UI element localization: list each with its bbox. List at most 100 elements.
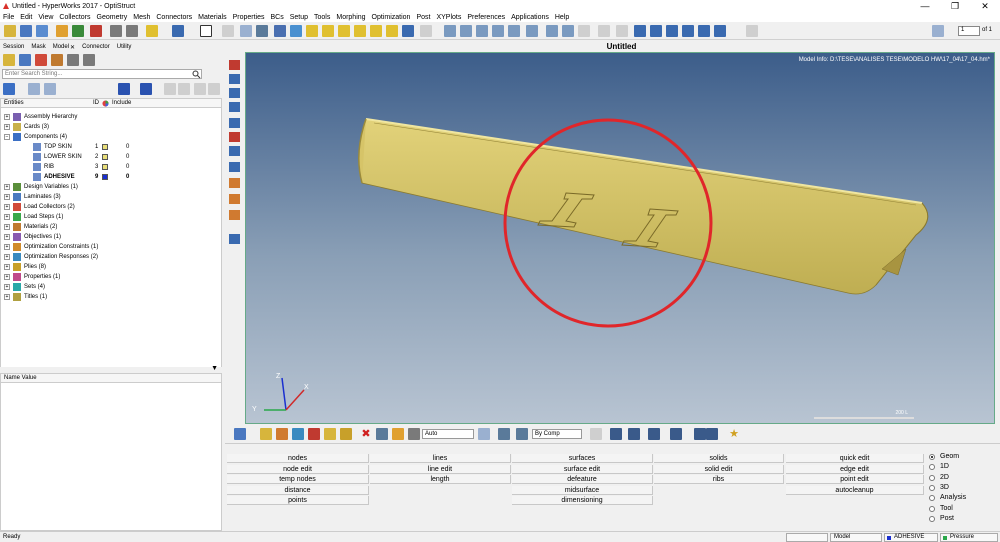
comp-color-icon[interactable]: [229, 60, 240, 70]
panel-button-distance[interactable]: distance: [227, 485, 369, 495]
tab-model[interactable]: Model: [53, 44, 69, 50]
shrink-icon[interactable]: [648, 428, 660, 440]
close-icon[interactable]: ✕: [70, 44, 75, 51]
component-row[interactable]: ADHESIVE 9 0: [1, 172, 221, 182]
mat-display-icon[interactable]: [292, 428, 304, 440]
reverse-icon[interactable]: [194, 83, 206, 95]
delete-x-icon[interactable]: ✖: [360, 428, 372, 440]
tab-connector[interactable]: Connector: [82, 44, 110, 50]
vtool-8-icon[interactable]: [229, 162, 240, 172]
section-icon[interactable]: [578, 25, 590, 37]
expand-icon[interactable]: +: [4, 284, 10, 290]
unmask-icon[interactable]: [562, 25, 574, 37]
color-swatch[interactable]: [102, 154, 108, 160]
view-front-icon[interactable]: [354, 25, 366, 37]
radio-1d[interactable]: 1D: [929, 462, 949, 472]
radio-button[interactable]: [929, 474, 935, 481]
radio-button[interactable]: [929, 454, 935, 460]
geometry-style-icon[interactable]: [478, 428, 490, 440]
entities-column-header[interactable]: Entities: [4, 100, 24, 106]
spin-icon[interactable]: [492, 25, 504, 37]
menu-morphing[interactable]: Morphing: [336, 14, 365, 21]
view-top-icon[interactable]: [322, 25, 334, 37]
color-swatch[interactable]: [102, 164, 108, 170]
menu-post[interactable]: Post: [416, 14, 430, 21]
expand-icon[interactable]: +: [4, 224, 10, 230]
mask-icon[interactable]: [546, 25, 558, 37]
menu-file[interactable]: File: [3, 14, 14, 21]
menu-edit[interactable]: Edit: [20, 14, 32, 21]
menu-geometry[interactable]: Geometry: [97, 14, 128, 21]
feature-icon[interactable]: [610, 428, 622, 440]
rectangle-icon[interactable]: [200, 25, 212, 37]
renumber-icon[interactable]: [682, 25, 694, 37]
script-icon[interactable]: [746, 25, 758, 37]
panel-button-ribs[interactable]: ribs: [654, 475, 784, 484]
splitter-arrow-icon[interactable]: ▼: [211, 365, 218, 372]
wing-model[interactable]: Z X Y: [246, 53, 996, 425]
elem-display-icon[interactable]: [324, 428, 336, 440]
radio-post[interactable]: Post: [929, 514, 954, 524]
browser-view-icon[interactable]: [3, 54, 15, 66]
expand-icon[interactable]: +: [4, 114, 10, 120]
vtool-11-icon[interactable]: [229, 210, 240, 220]
panel-button-surface-edit[interactable]: surface edit: [512, 464, 653, 474]
menu-help[interactable]: Help: [555, 14, 569, 21]
panel-button-length[interactable]: length: [370, 475, 511, 484]
maximize-button[interactable]: ❐: [940, 0, 970, 12]
vtool-5-icon[interactable]: [229, 118, 240, 128]
tab-session[interactable]: Session: [3, 44, 24, 50]
organize-icon[interactable]: [666, 25, 678, 37]
zoom-out-icon[interactable]: [460, 25, 472, 37]
view-left-icon[interactable]: [386, 25, 398, 37]
panel-button-lines[interactable]: lines: [370, 454, 511, 463]
cursor-icon[interactable]: [164, 83, 176, 95]
radio-button[interactable]: [929, 464, 935, 471]
id-column-header[interactable]: ID: [93, 100, 99, 106]
translate-icon[interactable]: [508, 25, 520, 37]
radio-geom[interactable]: Geom: [929, 452, 959, 462]
view-iso-icon[interactable]: [306, 25, 318, 37]
edges-icon[interactable]: [628, 428, 640, 440]
vtool-3-icon[interactable]: [229, 88, 240, 98]
panel-button-surfaces[interactable]: surfaces: [512, 454, 653, 463]
browser-assembly-icon[interactable]: [51, 54, 63, 66]
browser-include-icon[interactable]: [67, 54, 79, 66]
panel-button-line-edit[interactable]: line edit: [370, 464, 511, 474]
measure-icon[interactable]: [714, 25, 726, 37]
vtool-2-icon[interactable]: [229, 74, 240, 84]
run-solver-icon[interactable]: [90, 25, 102, 37]
star-icon[interactable]: ★: [728, 428, 740, 440]
transparency-toggle-icon[interactable]: [670, 428, 682, 440]
expand-all-icon[interactable]: [28, 83, 40, 95]
expand-icon[interactable]: +: [4, 274, 10, 280]
menu-connectors[interactable]: Connectors: [156, 14, 192, 21]
menu-properties[interactable]: Properties: [233, 14, 265, 21]
expand-icon[interactable]: +: [4, 214, 10, 220]
delete-icon[interactable]: [146, 25, 158, 37]
radio-3d[interactable]: 3D: [929, 483, 949, 493]
rotate-icon[interactable]: [476, 25, 488, 37]
menu-tools[interactable]: Tools: [314, 14, 330, 21]
tree-folder[interactable]: + Laminates (3): [1, 192, 221, 202]
vtool-7-icon[interactable]: [229, 146, 240, 156]
zoom-in-icon[interactable]: [444, 25, 456, 37]
save-model-icon[interactable]: [36, 25, 48, 37]
expand-icon[interactable]: +: [4, 294, 10, 300]
tree-folder[interactable]: + Plies (8): [1, 262, 221, 272]
tree-folder[interactable]: + Titles (1): [1, 292, 221, 302]
panel-button-midsurface[interactable]: midsurface: [512, 485, 653, 495]
tree-folder[interactable]: − Components (4): [1, 132, 221, 142]
isolate-icon[interactable]: [178, 83, 190, 95]
menu-optimization[interactable]: Optimization: [372, 14, 411, 21]
expand-icon[interactable]: +: [4, 194, 10, 200]
radio-button[interactable]: [929, 505, 935, 512]
vtool-10-icon[interactable]: [229, 194, 240, 204]
component-row[interactable]: TOP SKIN 1 0: [1, 142, 221, 152]
tab-utility[interactable]: Utility: [117, 44, 132, 50]
node-display-icon[interactable]: [408, 428, 420, 440]
tree-folder[interactable]: + Sets (4): [1, 282, 221, 292]
panel-button-autocleanup[interactable]: autocleanup: [786, 485, 924, 495]
radio-button[interactable]: [929, 495, 935, 502]
color-swatch[interactable]: [102, 174, 108, 180]
